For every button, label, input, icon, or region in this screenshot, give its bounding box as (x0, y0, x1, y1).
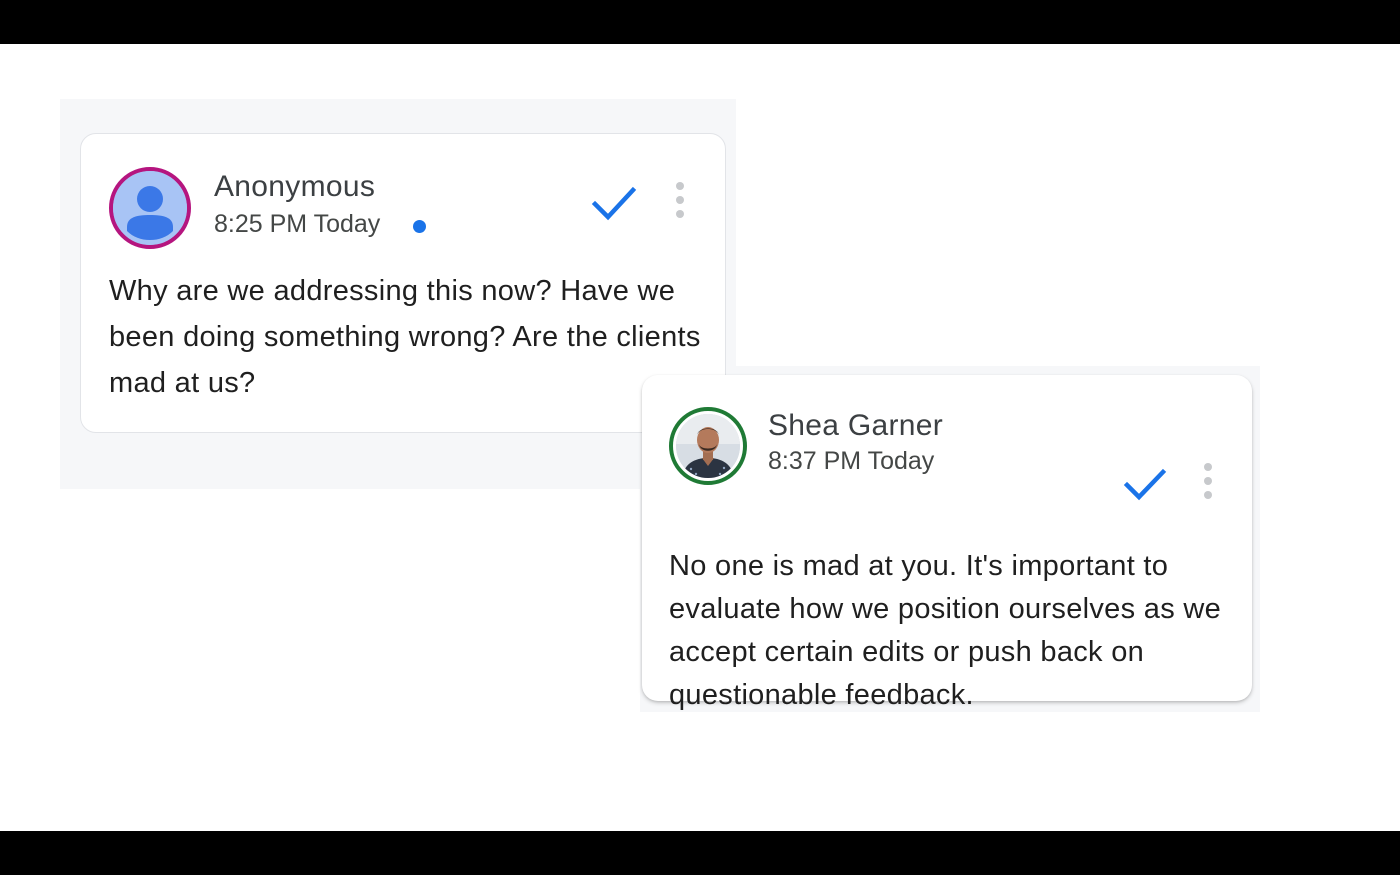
anonymous-avatar (109, 167, 191, 249)
reply-text: No one is mad at you. It's important to … (669, 550, 1222, 711)
user-photo (676, 414, 740, 478)
more-vert-icon[interactable] (1201, 463, 1215, 505)
unread-indicator (413, 220, 426, 233)
reply-author: Shea Garner (768, 409, 944, 442)
canvas: Anonymous 8:25 PM Today Why are we addre… (0, 44, 1400, 831)
comment-timestamp: 8:25 PM Today (214, 210, 381, 238)
user-avatar (669, 407, 747, 485)
comment-text: Why are we addressing this now? Have we … (109, 275, 701, 399)
resolve-checkmark-icon[interactable] (1123, 466, 1167, 504)
anonymous-user-icon (113, 171, 187, 245)
comment-author: Anonymous (214, 170, 376, 203)
more-vert-icon[interactable] (673, 182, 687, 224)
resolve-checkmark-icon[interactable] (591, 184, 637, 224)
reply-timestamp: 8:37 PM Today (768, 447, 935, 475)
reply-card[interactable]: Shea Garner 8:37 PM Today No one is mad … (642, 375, 1252, 711)
comment-card[interactable]: Anonymous 8:25 PM Today Why are we addre… (80, 133, 726, 433)
